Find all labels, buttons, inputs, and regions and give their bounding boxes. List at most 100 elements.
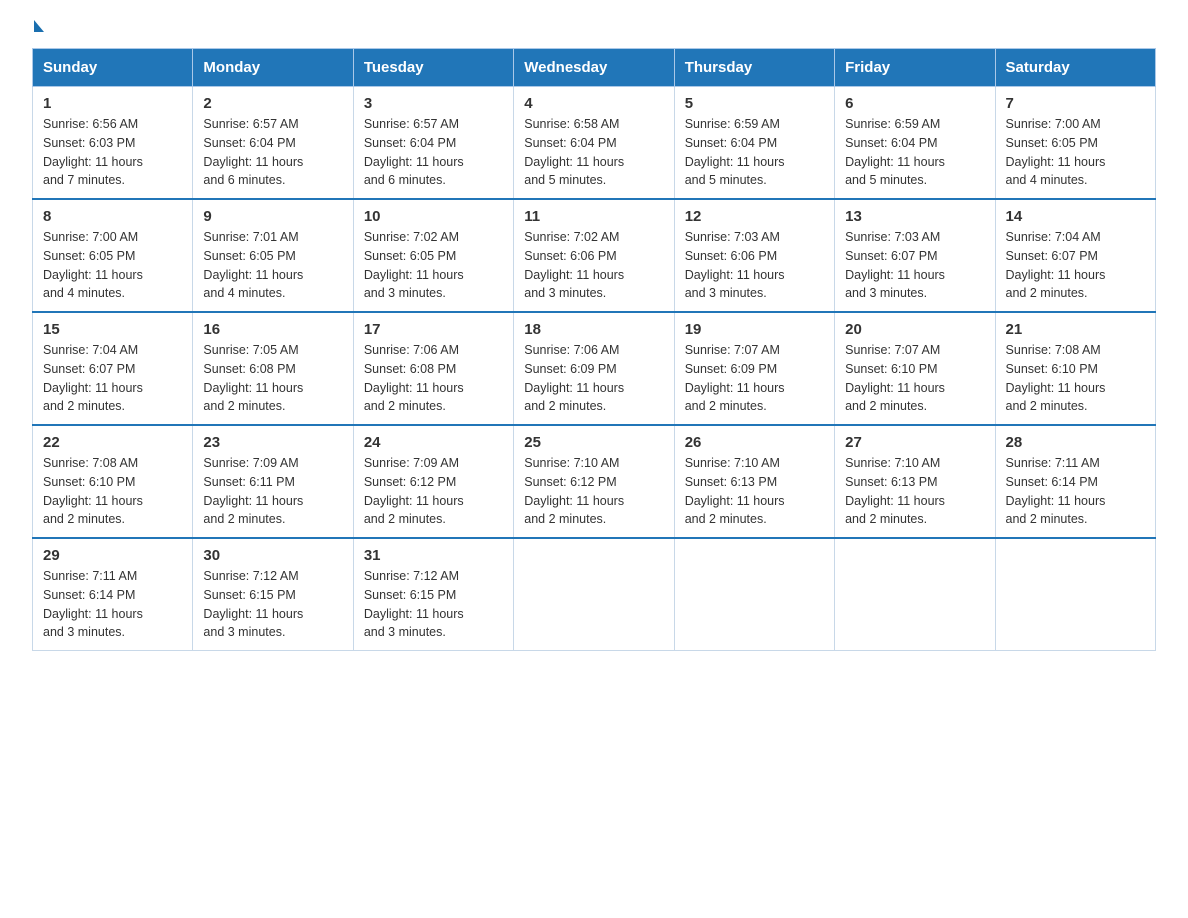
day-number: 15 bbox=[43, 321, 182, 338]
calendar-cell: 22 Sunrise: 7:08 AMSunset: 6:10 PMDayligh… bbox=[33, 425, 193, 538]
calendar-cell bbox=[835, 538, 995, 651]
day-info: Sunrise: 7:10 AMSunset: 6:13 PMDaylight:… bbox=[685, 456, 785, 526]
day-number: 20 bbox=[845, 321, 984, 338]
day-info: Sunrise: 7:03 AMSunset: 6:07 PMDaylight:… bbox=[845, 230, 945, 300]
calendar-cell: 30Sunrise: 7:12 AMSunset: 6:15 PMDayligh… bbox=[193, 538, 353, 651]
day-info: Sunrise: 7:11 AMSunset: 6:14 PMDaylight:… bbox=[43, 569, 143, 639]
calendar-cell: 24 Sunrise: 7:09 AMSunset: 6:12 PMDayligh… bbox=[353, 425, 513, 538]
day-info: Sunrise: 7:07 AMSunset: 6:09 PMDaylight:… bbox=[685, 343, 785, 413]
day-number: 10 bbox=[364, 208, 503, 225]
calendar-cell: 7 Sunrise: 7:00 AMSunset: 6:05 PMDaylight… bbox=[995, 87, 1155, 200]
day-number: 5 bbox=[685, 95, 824, 112]
calendar-cell: 10 Sunrise: 7:02 AMSunset: 6:05 PMDayligh… bbox=[353, 199, 513, 312]
logo bbox=[32, 24, 44, 32]
calendar-cell: 3 Sunrise: 6:57 AMSunset: 6:04 PMDaylight… bbox=[353, 87, 513, 200]
page-header bbox=[32, 24, 1156, 32]
calendar-cell: 16 Sunrise: 7:05 AMSunset: 6:08 PMDayligh… bbox=[193, 312, 353, 425]
calendar-week-row: 8 Sunrise: 7:00 AMSunset: 6:05 PMDaylight… bbox=[33, 199, 1156, 312]
calendar-table: SundayMondayTuesdayWednesdayThursdayFrid… bbox=[32, 48, 1156, 651]
logo-triangle-icon bbox=[34, 20, 44, 32]
day-number: 23 bbox=[203, 434, 342, 451]
day-info: Sunrise: 7:02 AMSunset: 6:06 PMDaylight:… bbox=[524, 230, 624, 300]
day-number: 9 bbox=[203, 208, 342, 225]
day-info: Sunrise: 6:57 AMSunset: 6:04 PMDaylight:… bbox=[364, 117, 464, 187]
day-number: 14 bbox=[1006, 208, 1145, 225]
day-info: Sunrise: 7:00 AMSunset: 6:05 PMDaylight:… bbox=[1006, 117, 1106, 187]
calendar-cell: 20 Sunrise: 7:07 AMSunset: 6:10 PMDayligh… bbox=[835, 312, 995, 425]
calendar-cell: 2 Sunrise: 6:57 AMSunset: 6:04 PMDaylight… bbox=[193, 87, 353, 200]
day-info: Sunrise: 7:02 AMSunset: 6:05 PMDaylight:… bbox=[364, 230, 464, 300]
calendar-header-row: SundayMondayTuesdayWednesdayThursdayFrid… bbox=[33, 49, 1156, 87]
day-info: Sunrise: 7:11 AMSunset: 6:14 PMDaylight:… bbox=[1006, 456, 1106, 526]
calendar-week-row: 22 Sunrise: 7:08 AMSunset: 6:10 PMDayligh… bbox=[33, 425, 1156, 538]
day-number: 7 bbox=[1006, 95, 1145, 112]
day-info: Sunrise: 7:08 AMSunset: 6:10 PMDaylight:… bbox=[1006, 343, 1106, 413]
day-number: 31 bbox=[364, 547, 503, 564]
day-number: 17 bbox=[364, 321, 503, 338]
day-number: 30 bbox=[203, 547, 342, 564]
calendar-cell: 4 Sunrise: 6:58 AMSunset: 6:04 PMDaylight… bbox=[514, 87, 674, 200]
day-number: 2 bbox=[203, 95, 342, 112]
calendar-cell: 14 Sunrise: 7:04 AMSunset: 6:07 PMDayligh… bbox=[995, 199, 1155, 312]
day-number: 16 bbox=[203, 321, 342, 338]
header-cell-friday: Friday bbox=[835, 49, 995, 87]
header-cell-monday: Monday bbox=[193, 49, 353, 87]
day-info: Sunrise: 7:03 AMSunset: 6:06 PMDaylight:… bbox=[685, 230, 785, 300]
day-number: 21 bbox=[1006, 321, 1145, 338]
calendar-cell: 19 Sunrise: 7:07 AMSunset: 6:09 PMDayligh… bbox=[674, 312, 834, 425]
day-number: 24 bbox=[364, 434, 503, 451]
calendar-cell: 25Sunrise: 7:10 AMSunset: 6:12 PMDayligh… bbox=[514, 425, 674, 538]
calendar-cell bbox=[514, 538, 674, 651]
calendar-cell: 11Sunrise: 7:02 AMSunset: 6:06 PMDayligh… bbox=[514, 199, 674, 312]
header-cell-wednesday: Wednesday bbox=[514, 49, 674, 87]
day-number: 1 bbox=[43, 95, 182, 112]
day-info: Sunrise: 6:56 AMSunset: 6:03 PMDaylight:… bbox=[43, 117, 143, 187]
day-info: Sunrise: 6:59 AMSunset: 6:04 PMDaylight:… bbox=[685, 117, 785, 187]
header-cell-tuesday: Tuesday bbox=[353, 49, 513, 87]
day-info: Sunrise: 7:04 AMSunset: 6:07 PMDaylight:… bbox=[43, 343, 143, 413]
calendar-cell: 9 Sunrise: 7:01 AMSunset: 6:05 PMDaylight… bbox=[193, 199, 353, 312]
day-info: Sunrise: 7:07 AMSunset: 6:10 PMDaylight:… bbox=[845, 343, 945, 413]
day-info: Sunrise: 7:06 AMSunset: 6:08 PMDaylight:… bbox=[364, 343, 464, 413]
day-info: Sunrise: 6:59 AMSunset: 6:04 PMDaylight:… bbox=[845, 117, 945, 187]
day-info: Sunrise: 6:57 AMSunset: 6:04 PMDaylight:… bbox=[203, 117, 303, 187]
calendar-week-row: 1 Sunrise: 6:56 AMSunset: 6:03 PMDaylight… bbox=[33, 87, 1156, 200]
day-info: Sunrise: 6:58 AMSunset: 6:04 PMDaylight:… bbox=[524, 117, 624, 187]
day-info: Sunrise: 7:10 AMSunset: 6:12 PMDaylight:… bbox=[524, 456, 624, 526]
day-number: 3 bbox=[364, 95, 503, 112]
day-info: Sunrise: 7:04 AMSunset: 6:07 PMDaylight:… bbox=[1006, 230, 1106, 300]
calendar-cell: 21 Sunrise: 7:08 AMSunset: 6:10 PMDayligh… bbox=[995, 312, 1155, 425]
day-number: 22 bbox=[43, 434, 182, 451]
header-cell-sunday: Sunday bbox=[33, 49, 193, 87]
day-number: 6 bbox=[845, 95, 984, 112]
day-info: Sunrise: 7:06 AMSunset: 6:09 PMDaylight:… bbox=[524, 343, 624, 413]
calendar-cell: 31Sunrise: 7:12 AMSunset: 6:15 PMDayligh… bbox=[353, 538, 513, 651]
day-number: 18 bbox=[524, 321, 663, 338]
calendar-cell: 13 Sunrise: 7:03 AMSunset: 6:07 PMDayligh… bbox=[835, 199, 995, 312]
calendar-cell: 26 Sunrise: 7:10 AMSunset: 6:13 PMDayligh… bbox=[674, 425, 834, 538]
calendar-cell: 18 Sunrise: 7:06 AMSunset: 6:09 PMDayligh… bbox=[514, 312, 674, 425]
calendar-cell: 8 Sunrise: 7:00 AMSunset: 6:05 PMDaylight… bbox=[33, 199, 193, 312]
header-cell-thursday: Thursday bbox=[674, 49, 834, 87]
day-number: 28 bbox=[1006, 434, 1145, 451]
day-info: Sunrise: 7:09 AMSunset: 6:11 PMDaylight:… bbox=[203, 456, 303, 526]
calendar-cell: 15 Sunrise: 7:04 AMSunset: 6:07 PMDayligh… bbox=[33, 312, 193, 425]
day-number: 13 bbox=[845, 208, 984, 225]
day-number: 12 bbox=[685, 208, 824, 225]
day-number: 8 bbox=[43, 208, 182, 225]
calendar-cell: 5 Sunrise: 6:59 AMSunset: 6:04 PMDaylight… bbox=[674, 87, 834, 200]
day-info: Sunrise: 7:01 AMSunset: 6:05 PMDaylight:… bbox=[203, 230, 303, 300]
day-info: Sunrise: 7:08 AMSunset: 6:10 PMDaylight:… bbox=[43, 456, 143, 526]
calendar-cell: 28 Sunrise: 7:11 AMSunset: 6:14 PMDayligh… bbox=[995, 425, 1155, 538]
day-info: Sunrise: 7:00 AMSunset: 6:05 PMDaylight:… bbox=[43, 230, 143, 300]
day-number: 29 bbox=[43, 547, 182, 564]
day-info: Sunrise: 7:09 AMSunset: 6:12 PMDaylight:… bbox=[364, 456, 464, 526]
calendar-cell: 23 Sunrise: 7:09 AMSunset: 6:11 PMDayligh… bbox=[193, 425, 353, 538]
calendar-cell: 29 Sunrise: 7:11 AMSunset: 6:14 PMDayligh… bbox=[33, 538, 193, 651]
day-number: 26 bbox=[685, 434, 824, 451]
calendar-cell: 27Sunrise: 7:10 AMSunset: 6:13 PMDayligh… bbox=[835, 425, 995, 538]
day-number: 19 bbox=[685, 321, 824, 338]
calendar-cell: 6 Sunrise: 6:59 AMSunset: 6:04 PMDaylight… bbox=[835, 87, 995, 200]
day-number: 4 bbox=[524, 95, 663, 112]
day-info: Sunrise: 7:05 AMSunset: 6:08 PMDaylight:… bbox=[203, 343, 303, 413]
